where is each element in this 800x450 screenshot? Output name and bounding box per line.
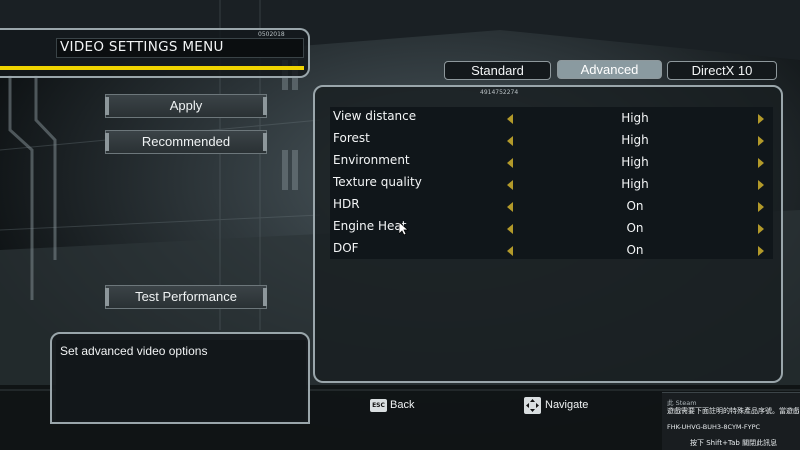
description-text: Set advanced video options [60,344,208,358]
description-panel: Set advanced video options [50,332,310,424]
setting-label: View distance [333,109,417,123]
title-header: 0502018 VIDEO SETTINGS MENU [0,28,310,78]
arrow-right-icon[interactable] [758,158,764,168]
setting-value: High [621,111,649,125]
apply-button[interactable]: Apply [105,94,267,118]
setting-label: Forest [333,131,370,145]
tab-standard[interactable]: Standard [444,61,551,80]
arrow-right-icon[interactable] [758,114,764,124]
recommended-button[interactable]: Recommended [105,130,267,154]
arrow-left-icon[interactable] [507,202,513,212]
setting-row-engine-heat[interactable]: Engine Heat On [330,217,773,239]
setting-value: On [626,221,644,235]
arrow-left-icon[interactable] [507,224,513,234]
arrow-left-icon[interactable] [507,158,513,168]
navigate-hint: Navigate [545,399,589,411]
steam-message: 遊戲需要下面註明的特殊產品序號。當遊戲 [667,407,799,415]
back-hint[interactable]: Back [390,399,414,411]
setting-label: Texture quality [333,175,422,189]
setting-value: High [621,177,649,191]
setting-value: High [621,155,649,169]
page-title: VIDEO SETTINGS MENU [60,39,224,55]
arrow-right-icon[interactable] [758,136,764,146]
arrow-right-icon[interactable] [758,224,764,234]
mouse-cursor-icon [399,222,409,236]
setting-value: On [626,243,644,257]
steam-product-key: FHK-UHVG-BUH3-8CYM-FYPC [667,423,761,431]
settings-list: View distance High Forest High Environme… [330,107,773,259]
arrow-left-icon[interactable] [507,114,513,124]
setting-value: On [626,199,644,213]
setting-row-environment[interactable]: Environment High [330,151,773,173]
setting-label: Environment [333,153,410,167]
setting-label: Engine Heat [333,219,407,233]
esc-key-icon: ESC [370,399,387,412]
arrow-right-icon[interactable] [758,180,764,190]
tab-advanced[interactable]: Advanced [557,60,662,79]
setting-row-forest[interactable]: Forest High [330,129,773,151]
title-accent-stripe [0,66,304,70]
test-performance-button[interactable]: Test Performance [105,285,267,309]
setting-label: HDR [333,197,360,211]
advanced-options-panel: 4914752274 View distance High Forest Hig… [313,85,783,383]
setting-row-dof[interactable]: DOF On [330,239,773,261]
arrow-right-icon[interactable] [758,202,764,212]
setting-row-view-distance[interactable]: View distance High [330,107,773,129]
arrow-left-icon[interactable] [507,136,513,146]
arrow-left-icon[interactable] [507,180,513,190]
setting-row-texture-quality[interactable]: Texture quality High [330,173,773,195]
arrow-right-icon[interactable] [758,246,764,256]
navigate-key-icon [524,397,541,414]
panel-serial: 4914752274 [480,89,519,96]
steam-close-hint: 按下 Shift+Tab 關閉此訊息 [690,439,778,447]
setting-label: DOF [333,241,359,255]
setting-value: High [621,133,649,147]
steam-notification: 此 Steam 遊戲需要下面註明的特殊產品序號。當遊戲 FHK-UHVG-BUH… [662,392,800,450]
tab-directx-10[interactable]: DirectX 10 [667,61,777,80]
setting-row-hdr[interactable]: HDR On [330,195,773,217]
header-serial: 0502018 [258,31,285,38]
arrow-left-icon[interactable] [507,246,513,256]
